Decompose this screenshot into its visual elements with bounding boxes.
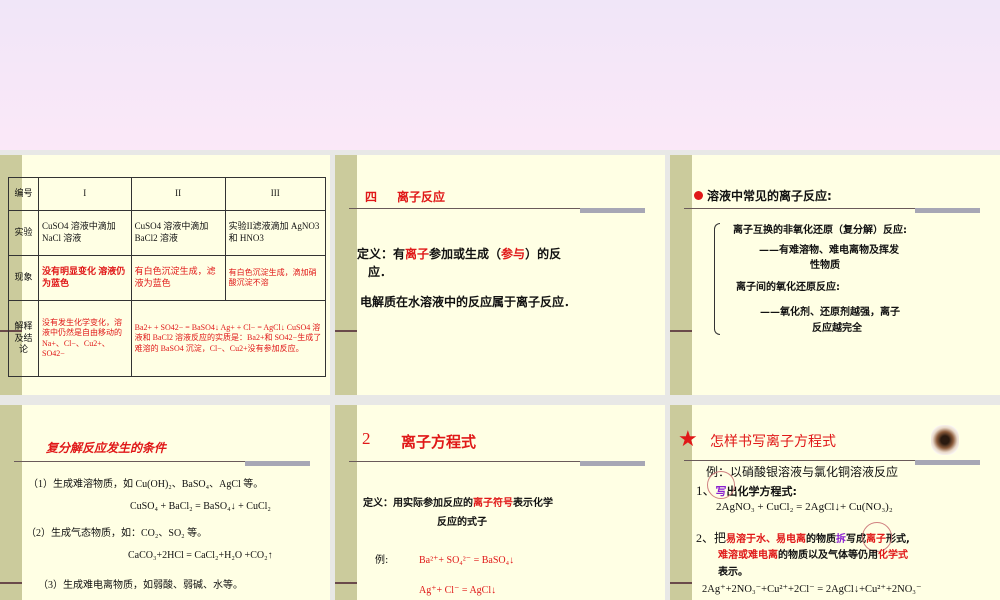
- condition-2: （2）生成气态物质，如：CO₂、SO₂ 等。: [26, 528, 208, 539]
- definition-text: 定义：用实际参加反应的离子符号表示化学: [363, 498, 553, 509]
- divider: [670, 582, 692, 584]
- example-equation-1: Ba²⁺+ SO₄²⁻ = BaSO₄↓: [419, 555, 515, 566]
- equation-1: CuSO₄ + BaCl₂ = BaSO₄↓ + CuCl₂: [130, 501, 271, 512]
- list-subitem: 性物质: [810, 260, 840, 271]
- title-rule-accent: [580, 461, 645, 466]
- list-subitem: ——有难溶物、难电离物及挥发: [759, 245, 899, 256]
- title-rule-accent: [245, 461, 310, 466]
- slide-thumbnail-6[interactable]: ★ 怎样书写离子方程式 例：以硝酸银溶液与氯化铜溶液反应 1、写出化学方程式: …: [670, 405, 1000, 600]
- example-text: 例：以硝酸银溶液与氯化铜溶液反应: [706, 465, 899, 479]
- divider: [335, 330, 357, 332]
- experiment-table: 编号 I II III 实验 CuSO4 溶液中滴加 NaCl 溶液 CuSO4…: [8, 177, 327, 377]
- divider: [335, 582, 357, 584]
- row-label: 现象: [8, 255, 39, 301]
- slide-title: 复分解反应发生的条件: [46, 441, 167, 455]
- slide-title: 怎样书写离子方程式: [710, 434, 836, 450]
- row-label: 实验: [8, 210, 39, 256]
- slide-accent-bar: [335, 405, 357, 600]
- slide-thumbnail-3[interactable]: 溶液中常见的离子反应: 离子互换的非氧化还原（复分解）反应: ——有难溶物、难电…: [670, 155, 1000, 395]
- divider: [0, 582, 22, 584]
- table-cell: 没有明显变化 溶液仍为蓝色: [38, 255, 132, 301]
- slide-thumbnail-5[interactable]: 2 离子方程式 定义：用实际参加反应的离子符号表示化学 反应的式子 例: Ba²…: [335, 405, 665, 600]
- table-cell: 有白色沉淀生成，滤液为蓝色: [130, 255, 226, 301]
- slide-editor-area: [0, 0, 1000, 150]
- table-cell: CuSO4 溶液中滴加 NaCl 溶液: [38, 210, 132, 256]
- step-2-cont: 难溶或难电离的物质以及气体等仍用化学式: [718, 550, 908, 561]
- slide-title: 溶液中常见的离子反应:: [707, 189, 832, 203]
- title-rule-accent: [580, 208, 645, 213]
- slide-accent-bar: [670, 155, 692, 395]
- title-rule-accent: [915, 460, 980, 465]
- bullet-icon: [694, 191, 703, 200]
- list-subitem: 反应越完全: [812, 323, 862, 334]
- slide-title-number: 四: [365, 190, 378, 204]
- table-header: 编号: [8, 177, 39, 211]
- divider: [670, 330, 692, 332]
- row-label: 解释及结论: [8, 300, 39, 377]
- definition-text: 定义：有离子参加或生成（参与）的反: [357, 247, 562, 261]
- condition-3: （3）生成难电离物质，如弱酸、弱碱、水等。: [38, 580, 243, 591]
- table-cell: 没有发生化学变化，溶液中仍然是自由移动的 Na+、Cl−、Cu2+、SO42−: [38, 300, 132, 377]
- body-text: 电解质在水溶液中的反应属于离子反应．: [360, 295, 577, 309]
- slide-title: 离子方程式: [401, 433, 477, 451]
- equation-2: 2Ag⁺+2NO₃⁻+Cu²⁺+2Cl⁻ = 2AgCl↓+Cu²⁺+2NO₃⁻: [702, 584, 922, 595]
- example-equation-2: Ag⁺+ Cl⁻ = AgCl↓: [419, 585, 497, 596]
- table-cell: CuSO4 溶液中滴加 BaCl2 溶液: [130, 210, 226, 256]
- highlight-circle: [707, 471, 735, 499]
- list-item: 离子间的氧化还原反应:: [736, 282, 840, 293]
- slide-accent-bar: [335, 155, 357, 395]
- table-cell: Ba2+ + SO42− = BaSO4↓ Ag+ + Cl− = AgCl↓ …: [130, 300, 327, 377]
- slide-thumbnail-4[interactable]: 复分解反应发生的条件 （1）生成难溶物质，如 Cu(OH)₂、BaSO₄、AgC…: [0, 405, 330, 600]
- definition-text-cont: 应．: [368, 265, 393, 279]
- slide-accent-bar: [0, 405, 22, 600]
- equation-2: CaCO₃+2HCl = CaCl₂+H₂O +CO₂↑: [128, 550, 273, 561]
- example-label: 例:: [375, 555, 389, 566]
- step-2-end: 表示。: [718, 567, 748, 578]
- table-cell: 有白色沉淀生成，滴加硝酸沉淀不溶: [224, 255, 327, 301]
- slide-thumbnail-1[interactable]: 编号 I II III 实验 CuSO4 溶液中滴加 NaCl 溶液 CuSO4…: [0, 155, 330, 395]
- table-header: III: [224, 177, 327, 211]
- condition-1: （1）生成难溶物质，如 Cu(OH)₂、BaSO₄、AgCl 等。: [28, 479, 264, 490]
- eye-image: [931, 425, 959, 455]
- table-header: I: [38, 177, 132, 211]
- table-header: II: [130, 177, 226, 211]
- list-item: 离子互换的非氧化还原（复分解）反应:: [733, 225, 907, 236]
- slide-title: 离子反应: [397, 190, 446, 204]
- table-cell: 实验II滤液滴加 AgNO3 和 HNO3: [224, 210, 327, 256]
- brace-icon: [714, 223, 720, 335]
- list-subitem: ——氧化剂、还原剂越强，离子: [760, 307, 900, 318]
- slide-title-number: 2: [362, 429, 371, 448]
- star-icon: ★: [678, 427, 698, 452]
- slide-thumbnail-2[interactable]: 四 离子反应 定义：有离子参加或生成（参与）的反 应． 电解质在水溶液中的反应属…: [335, 155, 665, 395]
- definition-text-cont: 反应的式子: [437, 517, 487, 528]
- equation-1: 2AgNO₃ + CuCl₂ = 2AgCl↓+ Cu(NO₃)₂: [716, 501, 893, 513]
- title-rule-accent: [915, 208, 980, 213]
